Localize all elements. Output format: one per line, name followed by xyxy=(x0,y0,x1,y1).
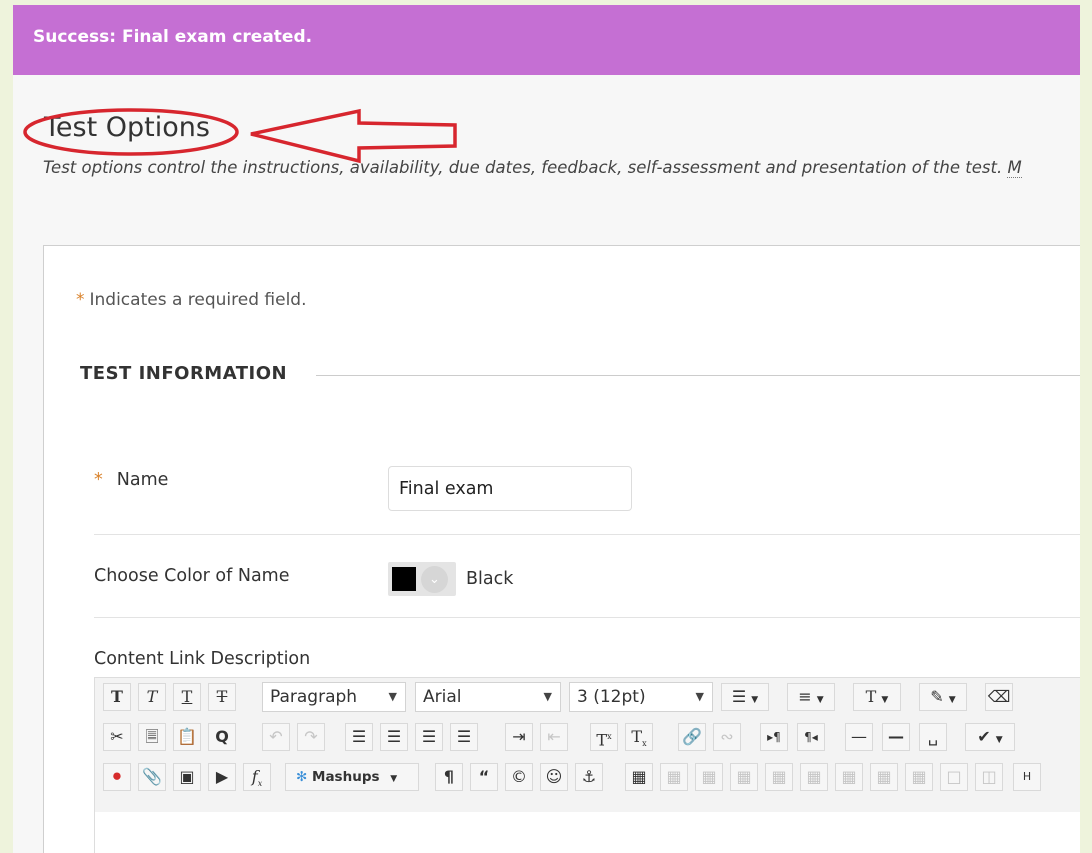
copyright-icon[interactable]: © xyxy=(505,763,533,791)
toolbar-row-1: T T T T Paragraph ▼ Arial ▼ 3 (12pt) ▼ ☰ ▼ … xyxy=(95,678,1080,716)
italic-icon[interactable]: T xyxy=(138,683,166,711)
chevron-down-icon[interactable]: ⌄ xyxy=(421,566,448,593)
table-border-icon[interactable]: □ xyxy=(940,763,968,791)
more-help-link[interactable]: M xyxy=(1007,158,1022,178)
section-divider xyxy=(316,375,1080,376)
strikethrough-icon[interactable]: T xyxy=(208,683,236,711)
bold-icon[interactable]: T xyxy=(103,683,131,711)
anchor-icon[interactable]: ⚓ xyxy=(575,763,603,791)
required-note: * Indicates a required field. xyxy=(76,290,307,310)
toolbar-row-3: ⚫ 📎 ▣ ▶ fx ✻ Mashups ▼ ¶ “ © ☺ ⚓ ▦ ▦ ▦ ▦… xyxy=(95,758,1080,796)
highlight-icon[interactable]: ✎ ▼ xyxy=(919,683,967,711)
outdent-icon[interactable]: ⇤ xyxy=(540,723,568,751)
unlink-icon[interactable]: ∾ xyxy=(713,723,741,751)
dropdown-arrow-icon: ▼ xyxy=(388,690,397,703)
attach-file-icon[interactable]: 📎 xyxy=(138,763,166,791)
spellcheck-icon[interactable]: ✔ ▼ xyxy=(965,723,1015,751)
page-description: Test options control the instructions, a… xyxy=(43,158,1022,178)
clear-formatting-icon[interactable]: ⌫ xyxy=(985,683,1013,711)
subscript-icon[interactable]: Tx xyxy=(625,723,653,751)
color-swatch xyxy=(392,567,416,591)
align-center-icon[interactable]: ☰ xyxy=(380,723,408,751)
content-editor-area[interactable] xyxy=(94,812,1080,853)
annotation-ellipse xyxy=(23,108,239,156)
html-source-icon[interactable]: H xyxy=(1013,763,1041,791)
undo-icon[interactable]: ↶ xyxy=(262,723,290,751)
table-properties-icon[interactable]: ▦ xyxy=(905,763,933,791)
editor-toolbar: T T T T Paragraph ▼ Arial ▼ 3 (12pt) ▼ ☰ ▼ … xyxy=(94,677,1080,813)
cut-icon[interactable]: ✂ xyxy=(103,723,131,751)
ltr-direction-icon[interactable]: ▸¶ xyxy=(760,723,788,751)
table-column-split-icon[interactable]: ◫ xyxy=(975,763,1003,791)
table-merge-icon[interactable]: ▦ xyxy=(800,763,828,791)
content-link-label: Content Link Description xyxy=(94,649,311,669)
row-divider xyxy=(94,617,1080,618)
copy-icon[interactable]: 🗏 xyxy=(138,723,166,751)
indent-icon[interactable]: ⇥ xyxy=(505,723,533,751)
success-banner: Success: Final exam created. xyxy=(13,5,1080,75)
table-insert-row-icon[interactable]: ▦ xyxy=(835,763,863,791)
table-cell-icon[interactable]: ▦ xyxy=(730,763,758,791)
justify-icon[interactable]: ☰ xyxy=(450,723,478,751)
font-family-select[interactable]: Arial ▼ xyxy=(415,682,561,712)
superscript-icon[interactable]: Tx xyxy=(590,723,618,751)
record-icon[interactable]: ⚫ xyxy=(103,763,131,791)
paste-icon[interactable]: 📋 xyxy=(173,723,201,751)
table-split-icon[interactable]: ▦ xyxy=(765,763,793,791)
color-name: Black xyxy=(466,569,514,589)
required-star: * xyxy=(76,290,85,310)
paragraph-mark-icon[interactable]: ¶ xyxy=(435,763,463,791)
math-editor-icon[interactable]: fx xyxy=(243,763,271,791)
table-delete-row-icon[interactable]: ▦ xyxy=(870,763,898,791)
horizontal-rule-icon[interactable]: — xyxy=(845,723,873,751)
link-icon[interactable]: 🔗 xyxy=(678,723,706,751)
table-row-icon[interactable]: ▦ xyxy=(660,763,688,791)
bullet-list-icon[interactable]: ☰ ▼ xyxy=(721,683,769,711)
underline-icon[interactable]: T xyxy=(173,683,201,711)
mashups-dropdown[interactable]: ✻ Mashups ▼ xyxy=(285,763,419,791)
rtl-direction-icon[interactable]: ¶◂ xyxy=(797,723,825,751)
nonbreaking-space-icon[interactable]: ␣ xyxy=(919,723,947,751)
form-card: * Indicates a required field. TEST INFORM… xyxy=(43,245,1080,853)
name-label: * Name xyxy=(94,470,169,490)
paragraph-format-select[interactable]: Paragraph ▼ xyxy=(262,682,406,712)
toolbar-row-2: ✂ 🗏 📋 Q ↶ ↷ ☰ ☰ ☰ ☰ ⇥ ⇤ Tx Tx 🔗 ∾ ▸¶ ¶◂ … xyxy=(95,718,1080,756)
success-message: Success: Final exam created. xyxy=(33,27,313,47)
thick-rule-icon[interactable]: — xyxy=(882,723,910,751)
color-picker[interactable]: ⌄ xyxy=(388,562,456,596)
dropdown-arrow-icon: ▼ xyxy=(543,690,552,703)
name-input[interactable]: Final exam xyxy=(388,466,632,511)
font-size-select[interactable]: 3 (12pt) ▼ xyxy=(569,682,713,712)
align-left-icon[interactable]: ☰ xyxy=(345,723,373,751)
insert-table-icon[interactable]: ▦ xyxy=(625,763,653,791)
blockquote-icon[interactable]: “ xyxy=(470,763,498,791)
row-divider xyxy=(94,534,1080,535)
align-right-icon[interactable]: ☰ xyxy=(415,723,443,751)
name-required-star: * xyxy=(94,470,103,490)
dropdown-arrow-icon: ▼ xyxy=(695,690,704,703)
insert-image-icon[interactable]: ▣ xyxy=(173,763,201,791)
find-icon[interactable]: Q xyxy=(208,723,236,751)
numbered-list-icon[interactable]: ≡ ▼ xyxy=(787,683,835,711)
insert-media-icon[interactable]: ▶ xyxy=(208,763,236,791)
section-title: TEST INFORMATION xyxy=(80,363,288,384)
table-column-icon[interactable]: ▦ xyxy=(695,763,723,791)
color-label: Choose Color of Name xyxy=(94,566,290,586)
page: Success: Final exam created. Test Option… xyxy=(13,5,1080,853)
redo-icon[interactable]: ↷ xyxy=(297,723,325,751)
emoticon-icon[interactable]: ☺ xyxy=(540,763,568,791)
annotation-arrow xyxy=(250,108,457,164)
text-color-icon[interactable]: T ▼ xyxy=(853,683,901,711)
